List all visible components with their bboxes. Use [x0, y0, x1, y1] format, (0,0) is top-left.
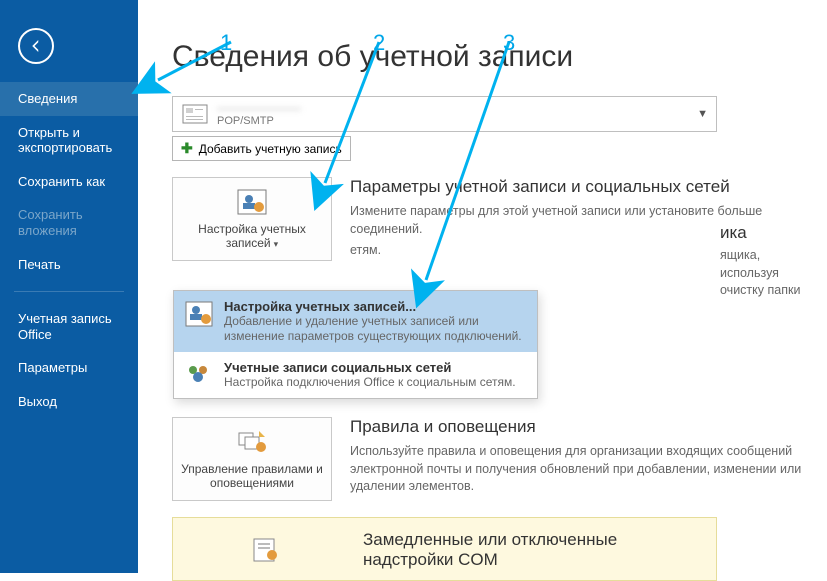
account-email-blur: ———————	[217, 101, 301, 115]
main-panel: Сведения об учетной записи ——————— POP/S…	[138, 0, 827, 573]
account-settings-icon	[237, 188, 267, 216]
cleanup-desc-part: ящика, используя очистку папки	[720, 247, 803, 300]
rules-icon	[237, 428, 267, 456]
account-selector[interactable]: ——————— POP/SMTP ▼	[172, 96, 717, 132]
cleanup-title-part: ика	[720, 223, 803, 243]
sidebar-item-info[interactable]: Сведения	[0, 82, 138, 116]
page-title: Сведения об учетной записи	[172, 40, 803, 74]
sidebar-item-print[interactable]: Печать	[0, 248, 138, 282]
account-info: ——————— POP/SMTP	[217, 101, 301, 127]
menu-item1-sub: Добавление и удаление учетных записей ил…	[224, 314, 527, 344]
row-account-settings: Настройка учетных записей▾ Параметры уче…	[172, 177, 803, 261]
add-account-label: Добавить учетную запись	[199, 142, 342, 156]
mailbox-icon	[181, 103, 209, 125]
add-account-button[interactable]: ✚ Добавить учетную запись	[172, 136, 351, 161]
backstage-sidebar: Сведения Открыть и экспортировать Сохран…	[0, 0, 138, 573]
sidebar-item-save-as[interactable]: Сохранить как	[0, 165, 138, 199]
chevron-down-icon[interactable]: ▼	[697, 108, 708, 120]
sidebar-separator	[14, 291, 124, 292]
tile-rules-label: Управление правилами и оповещениями	[179, 462, 325, 490]
tile-account-settings[interactable]: Настройка учетных записей▾	[172, 177, 332, 261]
desc-slow-addins: Замедленные или отключенные надстройки C…	[363, 530, 704, 576]
addins-icon	[250, 536, 280, 564]
menu-item1-title: Настройка учетных записей...	[224, 299, 527, 314]
slow-title: Замедленные или отключенные надстройки C…	[363, 530, 704, 570]
sidebar-item-options[interactable]: Параметры	[0, 351, 138, 385]
rules-title: Правила и оповещения	[350, 417, 803, 437]
account-settings-menu-icon	[184, 299, 214, 329]
menu-item2-sub: Настройка подключения Office к социальны…	[224, 375, 516, 390]
tile-account-settings-label: Настройка учетных записей	[198, 222, 306, 250]
tile-slow-addins[interactable]	[185, 530, 345, 576]
social-icon	[184, 360, 214, 390]
back-button[interactable]	[18, 28, 54, 64]
plus-icon: ✚	[181, 140, 193, 157]
menu-item2-title: Учетные записи социальных сетей	[224, 360, 516, 375]
row-rules: Управление правилами и оповещениями Прав…	[172, 417, 803, 501]
tile-rules[interactable]: Управление правилами и оповещениями	[172, 417, 332, 501]
desc-rules: Правила и оповещения Используйте правила…	[350, 417, 803, 501]
account-settings-menu: Настройка учетных записей... Добавление …	[173, 290, 538, 399]
menu-item-social[interactable]: Учетные записи социальных сетей Настройк…	[174, 352, 537, 398]
rules-desc: Используйте правила и оповещения для орг…	[350, 443, 803, 496]
sidebar-item-save-attachments: Сохранить вложения	[0, 198, 138, 247]
settings-title: Параметры учетной записи и социальных се…	[350, 177, 803, 197]
account-protocol: POP/SMTP	[217, 115, 301, 127]
row-slow-addins: Замедленные или отключенные надстройки C…	[172, 517, 717, 581]
sidebar-item-open-export[interactable]: Открыть и экспортировать	[0, 116, 138, 165]
caret-down-icon: ▾	[274, 239, 279, 249]
sidebar-item-exit[interactable]: Выход	[0, 385, 138, 419]
menu-item-account-settings[interactable]: Настройка учетных записей... Добавление …	[174, 291, 537, 352]
arrow-left-icon	[27, 37, 45, 55]
sidebar-item-office-account[interactable]: Учетная запись Office	[0, 302, 138, 351]
